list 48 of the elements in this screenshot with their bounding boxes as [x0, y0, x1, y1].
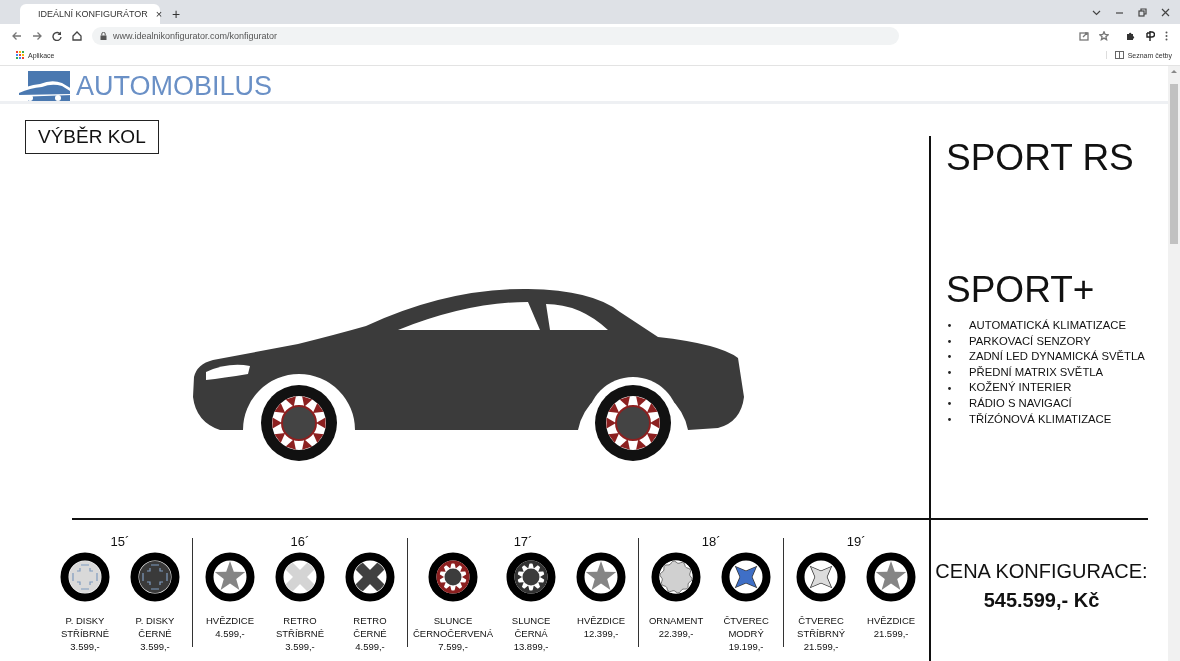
wheel-price: 4.599,-: [215, 627, 245, 640]
package-name: SPORT+: [946, 270, 1096, 310]
wheel-price: 21.599,-: [803, 640, 839, 653]
wheel-price: 4.599,-: [355, 640, 385, 653]
wheel-name: ČTVEREC MODRÝ: [723, 614, 769, 640]
browser-tab[interactable]: IDEÁLNÍ KONFIGURÁTOR ×: [20, 4, 160, 24]
wheel-name: ČTVEREC STŘÍBRNÝ: [797, 614, 846, 640]
wheel-price: 3.599,-: [70, 640, 100, 653]
wheel-price: 3.599,-: [285, 640, 315, 653]
wheel-name: P. DISKY STŘÍBRNÉ: [60, 614, 109, 640]
tab-close-button[interactable]: ×: [155, 8, 163, 20]
wheel-name: SLUNCE ČERNOČERVENÁ: [413, 614, 494, 640]
model-name: SPORT RS: [946, 136, 1135, 178]
address-bar[interactable]: www.idealnikonfigurator.com/konfigurator: [92, 27, 899, 45]
new-tab-button[interactable]: +: [168, 6, 184, 22]
wheel-name: HVĚZDICE: [205, 614, 254, 627]
wheel-name: ORNAMENT: [648, 614, 704, 627]
wheel-name: HVĚZDICE: [867, 614, 916, 627]
feature-item: RÁDIO S NAVIGACÍ: [969, 395, 1072, 411]
feature-item: KOŽENÝ INTERIER: [969, 380, 1072, 396]
wheel-selection-button[interactable]: VÝBĚR KOL: [25, 120, 159, 154]
rim-size-label: 18´: [701, 534, 721, 551]
wheel-name: P. DISKY ČERNÉ: [135, 614, 175, 640]
wheel-name: RETRO ČERNÉ: [353, 614, 387, 640]
total-price: 545.599,- Kč: [983, 589, 1100, 612]
wheel-price: 21.599,-: [873, 627, 909, 640]
rim-size-label: 15´: [110, 534, 130, 551]
wheel-price: 19.199,-: [728, 640, 764, 653]
feature-item: TŘÍZÓNOVÁ KLIMATIZACE: [969, 411, 1112, 427]
wheel-price: 13.899,-: [513, 640, 549, 653]
wheel-name: SLUNCE ČERNÁ: [511, 614, 551, 640]
url-text: www.idealnikonfigurator.com/konfigurator: [113, 31, 278, 41]
feature-item: PARKOVACÍ SENZORY: [969, 333, 1091, 349]
logo-text: AUTOMOBILUS: [76, 71, 273, 101]
wheel-name: RETRO STŘÍBRNÉ: [275, 614, 324, 640]
price-label: CENA KONFIGURACE:: [935, 560, 1148, 583]
rim-size-label: 17´: [513, 534, 533, 551]
tab-title: IDEÁLNÍ KONFIGURÁTOR: [38, 9, 148, 19]
feature-item: AUTOMATICKÁ KLIMATIZACE: [969, 318, 1126, 333]
wheel-price: 7.599,-: [438, 640, 468, 653]
wheel-name: HVĚZDICE: [577, 614, 626, 627]
wheel-price: 12.399,-: [583, 627, 619, 640]
feature-item: ZADNÍ LED DYNAMICKÁ SVĚTLA: [969, 349, 1145, 365]
feature-item: PŘEDNÍ MATRIX SVĚTLA: [969, 364, 1104, 380]
rim-size-label: 19´: [846, 534, 866, 551]
wheel-price: 22.399,-: [658, 627, 694, 640]
wheel-price: 3.599,-: [140, 640, 170, 653]
rim-size-label: 16´: [290, 534, 310, 551]
